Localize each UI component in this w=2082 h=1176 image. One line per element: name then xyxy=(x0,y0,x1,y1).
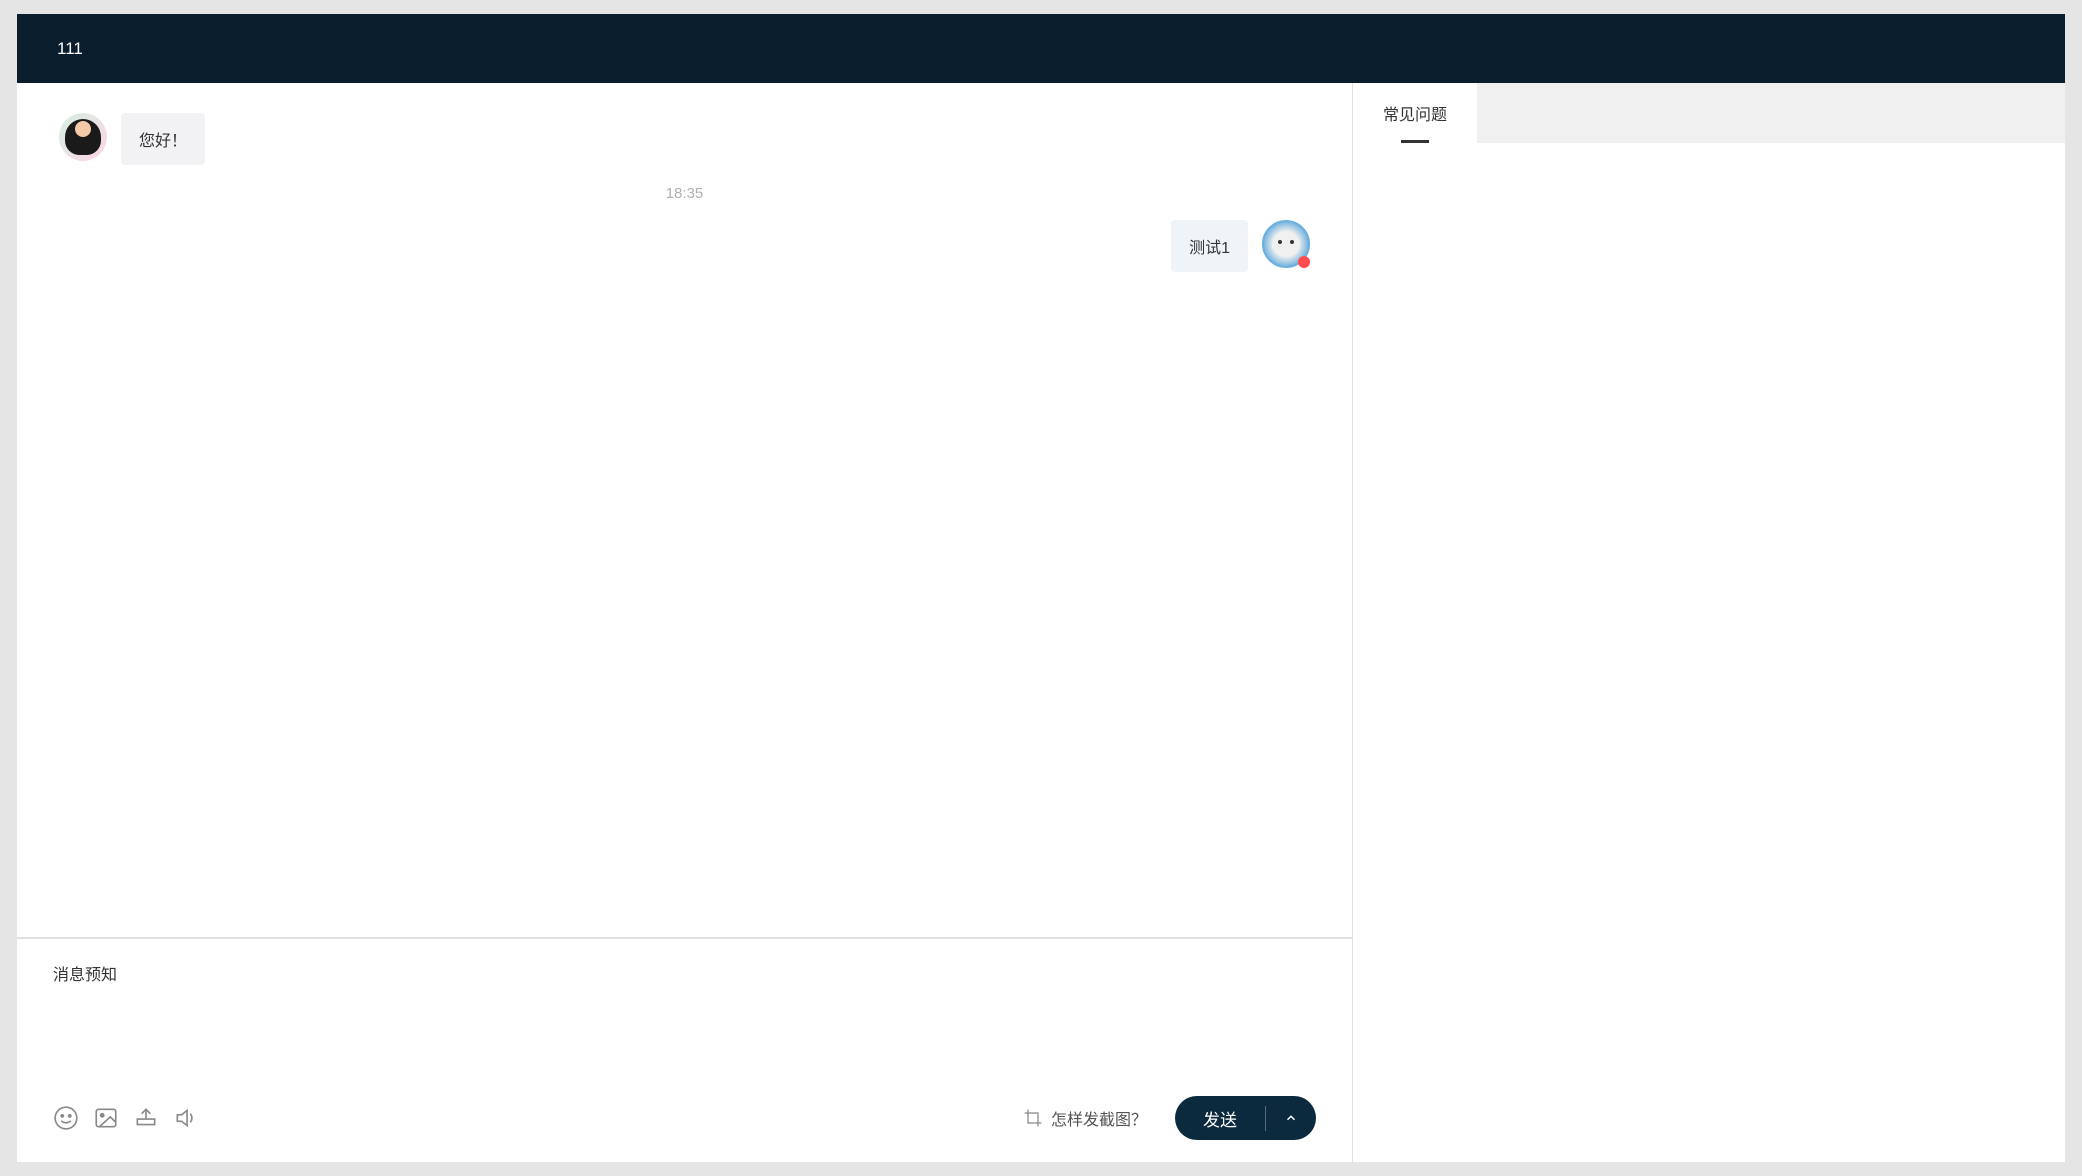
chat-panel: 您好！ 18:35 测试1 消息预知 xyxy=(17,83,1353,1162)
agent-avatar xyxy=(59,113,107,161)
message-input[interactable]: 消息预知 xyxy=(53,961,1316,1096)
user-message: 测试1 xyxy=(59,220,1310,272)
sidebar-tabs: 常见问题 xyxy=(1353,83,2065,143)
agent-message: 您好！ xyxy=(59,113,1310,165)
chevron-up-icon[interactable] xyxy=(1266,1111,1316,1125)
input-area: 消息预知 xyxy=(17,937,1352,1162)
sidebar: 常见问题 xyxy=(1353,83,2065,1162)
toolbar-left xyxy=(53,1105,199,1131)
app-container: 111 您好！ 18:35 测试1 xyxy=(17,14,2065,1162)
input-toolbar: 怎样发截图？ 发送 xyxy=(53,1096,1316,1140)
main-content: 您好！ 18:35 测试1 消息预知 xyxy=(17,83,2065,1162)
crop-icon xyxy=(1023,1108,1043,1128)
chat-messages-area[interactable]: 您好！ 18:35 测试1 xyxy=(17,83,1352,937)
screenshot-hint-text: 怎样发截图？ xyxy=(1051,1106,1147,1130)
emoji-icon[interactable] xyxy=(53,1105,79,1131)
header: 111 xyxy=(17,14,2065,83)
sound-icon[interactable] xyxy=(173,1105,199,1131)
screenshot-hint[interactable]: 怎样发截图？ xyxy=(1023,1106,1147,1130)
tab-faq[interactable]: 常见问题 xyxy=(1353,83,1477,143)
toolbar-right: 怎样发截图？ 发送 xyxy=(1023,1096,1316,1140)
page-title: 111 xyxy=(57,39,83,59)
user-avatar xyxy=(1262,220,1310,268)
image-icon[interactable] xyxy=(93,1105,119,1131)
message-bubble: 您好！ xyxy=(121,113,205,165)
message-bubble: 测试1 xyxy=(1171,220,1248,272)
sidebar-content xyxy=(1353,143,2065,1162)
send-button-label: 发送 xyxy=(1175,1106,1266,1131)
send-button[interactable]: 发送 xyxy=(1175,1096,1316,1140)
timestamp: 18:35 xyxy=(59,185,1310,202)
upload-icon[interactable] xyxy=(133,1105,159,1131)
